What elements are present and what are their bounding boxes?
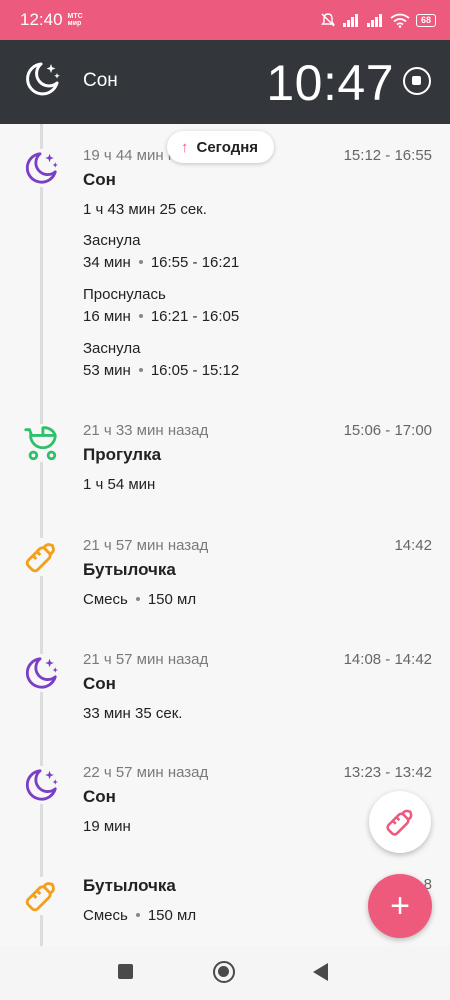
system-nav-bar xyxy=(0,946,450,1000)
entry-time-range: 14:08 - 14:42 xyxy=(343,651,432,668)
sub-entry-label: Проснулась xyxy=(83,286,166,303)
entry-title: Сон xyxy=(83,170,116,189)
stroller-icon xyxy=(22,424,60,462)
sub-entry-detail: 16 мин 16:21 - 16:05 xyxy=(83,308,240,325)
entry-detail: Смесь 150 мл xyxy=(83,591,197,608)
status-time: 12:40 xyxy=(20,10,63,29)
entry-duration: 1 ч 54 мин xyxy=(83,476,156,493)
signal-icon xyxy=(342,14,358,27)
back-icon[interactable] xyxy=(313,963,328,981)
battery-indicator: 68 xyxy=(415,13,436,27)
entry-title: Сон xyxy=(83,674,116,693)
timer-clock: 10:47 xyxy=(266,55,394,111)
status-bar: 12:40 МТС мир 68 xyxy=(0,0,450,40)
bottle-icon xyxy=(22,538,60,576)
entry-title: Прогулка xyxy=(83,445,162,464)
entry-duration: 1 ч 43 мин 25 сек. xyxy=(83,201,207,218)
timeline-line xyxy=(40,124,43,946)
plus-icon: + xyxy=(390,886,410,925)
entry-detail: Смесь 150 мл xyxy=(83,907,197,924)
entry-time-ago: 21 ч 33 мин назад xyxy=(83,422,209,439)
active-timer-header[interactable]: Сон 10:47 xyxy=(0,40,450,124)
entry-title: Бутылочка xyxy=(83,876,176,895)
sub-entry-label: Заснула xyxy=(83,232,141,249)
add-entry-button[interactable]: + xyxy=(368,874,432,938)
wifi-icon xyxy=(390,13,410,28)
header-title: Сон xyxy=(83,70,118,91)
bottle-icon xyxy=(386,809,413,836)
mute-icon xyxy=(321,13,335,27)
entry-time-range: 15:12 - 16:55 xyxy=(343,147,432,164)
entry-duration: 19 мин xyxy=(83,818,131,835)
entry-duration: 33 мин 35 сек. xyxy=(83,705,183,722)
arrow-up-icon: ↑ xyxy=(181,138,189,156)
sub-entry-detail: 34 мин 16:55 - 16:21 xyxy=(83,254,240,271)
moon-stars-icon xyxy=(26,62,60,96)
today-label: Сегодня xyxy=(196,138,259,156)
sub-entry-detail: 53 мин 16:05 - 15:12 xyxy=(83,362,240,379)
entry-title: Сон xyxy=(83,787,116,806)
entry-time-ago: 22 ч 57 мин назад xyxy=(83,764,209,781)
entry-time-range: 15:06 - 17:00 xyxy=(343,422,432,439)
entry-time-ago: 21 ч 57 мин назад xyxy=(83,651,209,668)
entry-time-range: 14:42 xyxy=(394,537,432,554)
moon-stars-icon xyxy=(22,654,60,692)
scroll-to-today-button[interactable]: ↑ Сегодня xyxy=(167,131,275,163)
home-icon[interactable] xyxy=(213,961,235,983)
entry-title: Бутылочка xyxy=(83,560,176,579)
recents-icon[interactable] xyxy=(118,964,133,979)
signal-icon xyxy=(366,14,382,27)
operator-label: МТС мир xyxy=(67,13,83,27)
bottle-icon xyxy=(22,877,60,915)
entry-time-range: 13:23 - 13:42 xyxy=(343,764,432,781)
quick-add-bottle-button[interactable] xyxy=(369,791,431,853)
stop-icon[interactable] xyxy=(403,67,431,95)
moon-stars-icon xyxy=(22,766,60,804)
moon-stars-icon xyxy=(22,149,60,187)
sub-entry-label: Заснула xyxy=(83,340,141,357)
entry-time-ago: 21 ч 57 мин назад xyxy=(83,537,209,554)
